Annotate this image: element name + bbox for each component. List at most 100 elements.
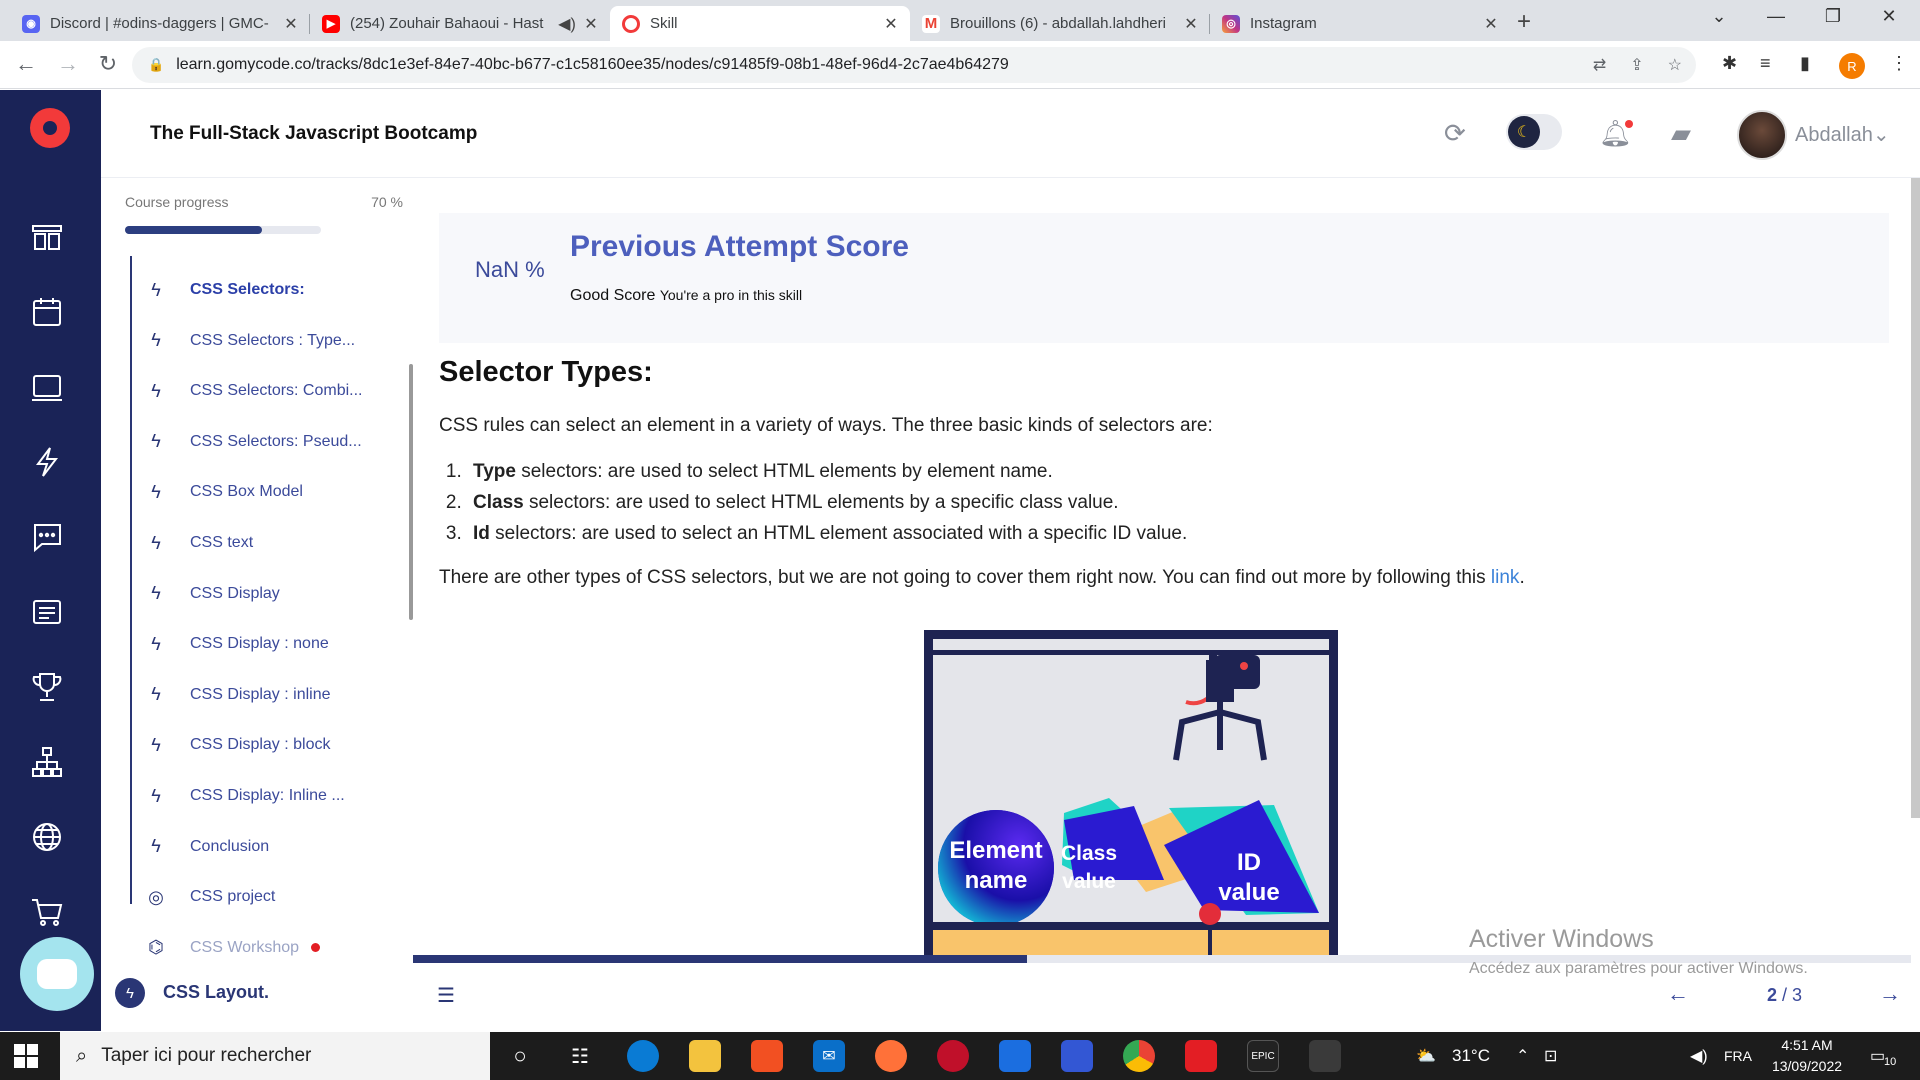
username-label: Abdallah: [1795, 124, 1873, 146]
red-app-icon[interactable]: [1185, 1040, 1217, 1072]
document-icon[interactable]: [30, 595, 66, 631]
sidebar-lesson-item[interactable]: ϟ CSS Display: [132, 574, 402, 614]
back-button[interactable]: ←: [12, 51, 40, 77]
browser-tab-youtube[interactable]: ▶ (254) Zouhair Bahaoui - Hast ◀) ✕: [310, 6, 610, 41]
close-tab-icon[interactable]: ✕: [582, 14, 600, 34]
sidebar-lesson-label: CSS Selectors: Pseud...: [190, 432, 362, 450]
close-window-button[interactable]: ✕: [1866, 6, 1912, 27]
close-tab-icon[interactable]: ✕: [1182, 14, 1200, 34]
sidebar-lesson-item[interactable]: ϟ CSS Display : block: [132, 725, 402, 765]
edge-icon[interactable]: [627, 1040, 659, 1072]
maximize-button[interactable]: ❐: [1810, 6, 1856, 27]
sidebar-lesson-item[interactable]: ϟ CSS text: [132, 523, 402, 563]
chat-icon[interactable]: ▰: [1671, 118, 1691, 149]
widgets-icon[interactable]: ☷: [564, 1040, 596, 1072]
next-section-item[interactable]: ϟ CSS Layout.: [101, 972, 413, 1032]
sidebar-lesson-item[interactable]: ⌬ CSS Workshop: [132, 928, 402, 968]
score-note: You're a pro in this skill: [659, 287, 803, 303]
sidebar-lesson-item[interactable]: ϟ CSS Selectors: Pseud...: [132, 422, 402, 462]
weather-icon[interactable]: ⛅: [1416, 1046, 1436, 1066]
lightning-icon[interactable]: [30, 445, 66, 481]
chrome-profile-icon[interactable]: [1309, 1040, 1341, 1072]
forward-button[interactable]: →: [54, 51, 82, 77]
browser-tab-gmail[interactable]: M Brouillons (6) - abdallah.lahdheri ✕: [910, 6, 1210, 41]
sidebar-lesson-item[interactable]: ϟ CSS Display : inline: [132, 675, 402, 715]
browser-tab-discord[interactable]: ◉ Discord | #odins-daggers | GMC- ✕: [10, 6, 310, 41]
list-item-text: selectors: are used to select an HTML el…: [489, 522, 1188, 544]
firefox-icon[interactable]: [875, 1040, 907, 1072]
previous-page-button[interactable]: ←: [1667, 981, 1689, 1007]
browser-menu-icon[interactable]: ⋮: [1890, 53, 1908, 74]
sidebar-lesson-item[interactable]: ϟ Conclusion: [132, 827, 402, 867]
next-page-button[interactable]: →: [1879, 981, 1901, 1007]
tab-title: Instagram: [1250, 15, 1317, 32]
profile-avatar[interactable]: R: [1839, 53, 1865, 79]
system-clock[interactable]: 4:51 AM 13/09/2022: [1762, 1035, 1852, 1077]
bolt-icon: ϟ: [151, 380, 161, 401]
trophy-icon[interactable]: [30, 670, 66, 706]
notification-dot: [1625, 120, 1633, 128]
laptop-icon[interactable]: [30, 370, 66, 406]
settings-app-icon[interactable]: [1061, 1040, 1093, 1072]
minimize-button[interactable]: —: [1753, 6, 1799, 27]
tray-expand-icon[interactable]: ⌃: [1516, 1046, 1529, 1066]
browser-tab-instagram[interactable]: ◎ Instagram ✕: [1210, 6, 1510, 41]
taskbar-search[interactable]: ⌕ Taper ici pour rechercher: [60, 1032, 490, 1080]
sidebar-lesson-item[interactable]: ϟ CSS Display : none: [132, 624, 402, 664]
game-app-icon[interactable]: [937, 1040, 969, 1072]
cart-icon[interactable]: [30, 895, 66, 931]
notification-center-icon[interactable]: ▭: [1870, 1046, 1885, 1066]
file-explorer-icon[interactable]: [689, 1040, 721, 1072]
sidebar-lesson-item[interactable]: ϟ CSS Selectors : Type...: [132, 321, 402, 361]
mail-icon[interactable]: ✉: [813, 1040, 845, 1072]
close-tab-icon[interactable]: ✕: [1482, 14, 1500, 34]
reload-button[interactable]: ↻: [94, 51, 122, 77]
calendar-icon[interactable]: [30, 295, 66, 331]
language-indicator[interactable]: FRA: [1724, 1048, 1752, 1064]
outline-menu-icon[interactable]: ☰: [437, 983, 455, 1008]
messages-icon[interactable]: [30, 520, 66, 556]
close-tab-icon[interactable]: ✕: [882, 14, 900, 34]
microsoft-store-icon[interactable]: [751, 1040, 783, 1072]
side-panel-icon[interactable]: ▮: [1800, 53, 1810, 74]
user-avatar[interactable]: [1737, 110, 1787, 160]
tab-search-icon[interactable]: ⌄: [1696, 6, 1742, 27]
gomycode-logo[interactable]: [30, 108, 70, 148]
sidebar-lesson-item[interactable]: ϟ CSS Selectors: Combi...: [132, 371, 402, 411]
dark-mode-toggle[interactable]: ☾: [1506, 114, 1562, 150]
task-view-icon[interactable]: ○: [504, 1040, 536, 1072]
mute-tab-icon[interactable]: ◀): [552, 14, 582, 34]
sidebar-lesson-item[interactable]: ◎ CSS project: [132, 877, 402, 917]
share-icon[interactable]: ⇪: [1630, 55, 1643, 75]
tracks-icon[interactable]: [30, 220, 66, 256]
org-chart-icon[interactable]: [30, 745, 66, 781]
workshop-icon: ⌬: [148, 937, 164, 958]
new-tab-button[interactable]: +: [1517, 8, 1531, 36]
temperature[interactable]: 31°C: [1452, 1046, 1490, 1066]
sidebar-lesson-item[interactable]: ϟ CSS Selectors:: [132, 270, 402, 310]
volume-icon[interactable]: ◀): [1690, 1046, 1708, 1066]
globe-icon[interactable]: [30, 820, 66, 856]
bookmark-star-icon[interactable]: ☆: [1668, 55, 1682, 75]
chrome-icon[interactable]: [1123, 1040, 1155, 1072]
user-menu[interactable]: Abdallah⌄: [1795, 122, 1890, 147]
close-tab-icon[interactable]: ✕: [282, 14, 300, 34]
more-info-link[interactable]: link: [1491, 567, 1520, 588]
address-bar[interactable]: 🔒 learn.gomycode.co/tracks/8dc1e3ef-84e7…: [132, 47, 1696, 83]
windows-start-button[interactable]: [14, 1044, 38, 1068]
browser-toolbar: ← → ↻ 🔒 learn.gomycode.co/tracks/8dc1e3e…: [0, 41, 1920, 89]
media-control-icon[interactable]: ≡: [1760, 53, 1771, 74]
support-chat-button[interactable]: [20, 937, 94, 1011]
sync-icon[interactable]: ⟳: [1444, 118, 1466, 149]
page-scrollbar[interactable]: [1911, 178, 1920, 818]
network-icon[interactable]: ⊡: [1544, 1046, 1557, 1066]
extensions-icon[interactable]: ✱: [1722, 53, 1737, 74]
browser-tab-skill[interactable]: Skill ✕: [610, 6, 910, 41]
translate-icon[interactable]: ⇄: [1593, 55, 1606, 75]
lock-icon[interactable]: 🔒: [148, 57, 164, 73]
sidebar-lesson-item[interactable]: ϟ CSS Box Model: [132, 472, 402, 512]
sidebar-lesson-item[interactable]: ϟ CSS Display: Inline ...: [132, 776, 402, 816]
vpn-shield-icon[interactable]: [999, 1040, 1031, 1072]
epic-games-icon[interactable]: EPIC: [1247, 1040, 1279, 1072]
bolt-icon: ϟ: [151, 684, 161, 705]
